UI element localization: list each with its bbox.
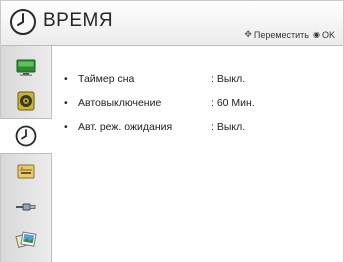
setting-value: : 60 Мин. xyxy=(211,97,255,109)
sidebar-item-photos[interactable] xyxy=(1,223,51,257)
sidebar xyxy=(0,46,52,262)
settings-panel: ВРЕМЯ ✥ Переместить ◉ OK • Таймер сна: … xyxy=(0,0,344,262)
setting-label: Авт. реж. ожидания xyxy=(78,121,173,133)
sidebar-item-options[interactable] xyxy=(1,155,51,189)
hint-ok-label: OK xyxy=(321,29,335,40)
settings-list: • Таймер сна : Выкл. • Автовыключение : … xyxy=(52,46,343,262)
bullet: • xyxy=(64,121,68,133)
sidebar-item-time[interactable] xyxy=(0,118,52,154)
sidebar-item-picture[interactable] xyxy=(1,50,51,84)
photos-icon xyxy=(15,231,37,248)
navigation-hint: ✥ Переместить ◉ OK xyxy=(244,29,335,40)
hint-move-label: Переместить xyxy=(253,29,309,40)
toolbox-icon xyxy=(17,164,35,179)
setting-label: Автовыключение xyxy=(78,97,162,109)
sidebar-item-input[interactable] xyxy=(1,189,51,223)
clock-icon xyxy=(15,125,37,147)
picture-icon xyxy=(16,59,36,76)
header-bar: ВРЕМЯ ✥ Переместить ◉ OK xyxy=(1,1,343,46)
speaker-icon xyxy=(17,91,35,111)
setting-value: : Выкл. xyxy=(211,121,246,133)
setting-label: Таймер сна xyxy=(78,73,135,85)
bullet: • xyxy=(64,97,68,109)
navigate-arrows-icon: ✥ xyxy=(244,29,252,39)
ok-button-icon: ◉ xyxy=(313,30,320,39)
bullet: • xyxy=(64,73,68,85)
clock-icon xyxy=(10,9,36,35)
sidebar-item-audio[interactable] xyxy=(1,84,51,118)
page-title: ВРЕМЯ xyxy=(43,10,114,31)
setting-value: : Выкл. xyxy=(211,73,246,85)
cable-icon xyxy=(16,203,36,211)
